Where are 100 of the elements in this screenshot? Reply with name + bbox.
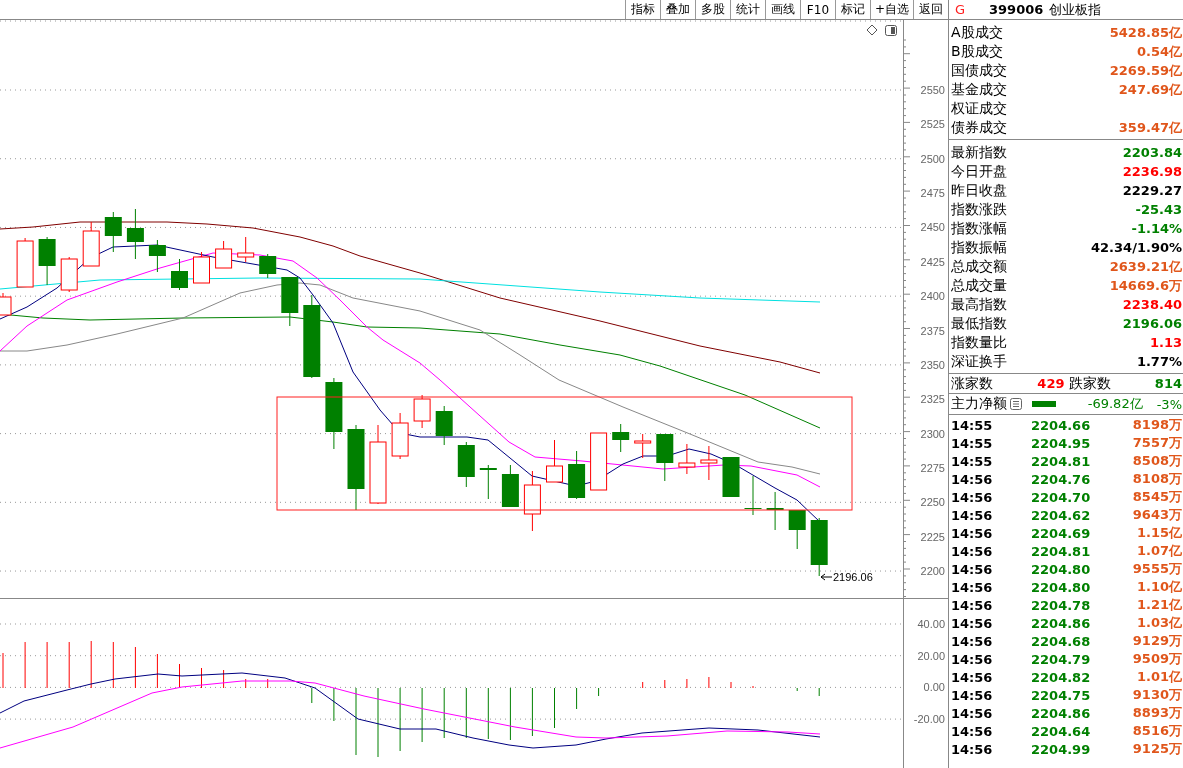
- index-code: 399006: [989, 2, 1044, 17]
- candlestick: [479, 464, 497, 500]
- tick-price: 2204.62: [1031, 507, 1092, 523]
- advancing-count: 429: [1037, 376, 1065, 391]
- stat-value: 1.13: [1149, 335, 1182, 350]
- tick-price: 2204.68: [1031, 633, 1092, 649]
- price-axis-label: 2375: [920, 324, 945, 337]
- stat-label: 最低指数: [951, 314, 1007, 333]
- candlestick: [612, 423, 630, 453]
- stat-label: 指数振幅: [951, 238, 1007, 257]
- candlestick: [16, 237, 34, 288]
- tick-amount: 1.03亿: [1136, 614, 1182, 632]
- tick-price: 2204.75: [1031, 687, 1092, 703]
- stat-value: 14669.6万: [1109, 276, 1182, 295]
- candlestick: [391, 412, 409, 460]
- stat-value: 2236.98: [1122, 164, 1182, 179]
- panel-toggle-icon[interactable]: [885, 25, 897, 36]
- tick-amount: 1.15亿: [1136, 524, 1182, 542]
- price-axis-label: 2350: [920, 358, 945, 371]
- tick-amount: 9509万: [1132, 650, 1182, 668]
- stat-value: 247.69亿: [1118, 80, 1182, 99]
- tick-time: 14:56: [951, 579, 994, 595]
- tick-price: 2204.78: [1031, 597, 1092, 613]
- candlestick: [523, 470, 541, 532]
- candlestick: [457, 441, 475, 488]
- candlestick: [634, 433, 652, 459]
- tick-price: 2204.76: [1031, 471, 1092, 487]
- tick-amount: 9643万: [1132, 506, 1182, 524]
- price-axis-label: 2475: [920, 187, 945, 200]
- stat-value: -25.43: [1135, 202, 1182, 217]
- stat-value: 1.77%: [1136, 354, 1182, 369]
- tick-time: 14:56: [951, 615, 994, 631]
- tick-price: 2204.99: [1031, 741, 1092, 757]
- stat-value: 2639.21亿: [1109, 257, 1182, 276]
- candlestick: [810, 517, 828, 577]
- stat-value: 2269.59亿: [1109, 61, 1182, 80]
- tick-amount: 8545万: [1132, 488, 1182, 506]
- stat-value: 5428.85亿: [1109, 23, 1182, 42]
- price-axis-label: 2300: [920, 427, 945, 440]
- stat-value: 2229.27: [1122, 183, 1182, 198]
- low-price-label: 2196.06: [833, 571, 873, 583]
- low-marker-arrow: [820, 573, 833, 581]
- indicator-axis-label: 20.00: [917, 649, 945, 662]
- candlestick: [744, 475, 762, 516]
- candlestick: [678, 443, 696, 475]
- tick-time: 14:56: [951, 669, 994, 685]
- candlestick: [259, 253, 277, 279]
- candlestick: [38, 236, 56, 286]
- diamond-icon[interactable]: [866, 24, 878, 36]
- stat-label: 国债成交: [951, 61, 1007, 80]
- index-name: 创业板指: [1049, 0, 1102, 19]
- stat-label: 跌家数: [1068, 374, 1111, 393]
- tick-amount: 1.01亿: [1136, 668, 1182, 686]
- tick-amount: 8893万: [1132, 704, 1182, 722]
- stat-label: 主力净额: [951, 395, 1007, 413]
- tick-amount: 1.07亿: [1136, 542, 1182, 560]
- tick-amount: 8508万: [1132, 452, 1182, 470]
- tick-price: 2204.80: [1031, 579, 1092, 595]
- candlestick: [546, 439, 563, 483]
- stat-label: 指数量比: [951, 333, 1007, 352]
- stat-value: -1.14%: [1131, 221, 1182, 236]
- tick-amount: 9555万: [1132, 560, 1182, 578]
- flow-bar: [1032, 401, 1056, 407]
- candlestick: [413, 394, 431, 429]
- tick-time: 14:56: [951, 723, 994, 739]
- candlestick: [722, 456, 740, 498]
- stat-label: B股成交: [951, 42, 1003, 61]
- candlestick: [788, 509, 806, 550]
- tick-time: 14:56: [951, 471, 994, 487]
- tick-time: 14:56: [951, 561, 994, 577]
- tick-price: 2204.70: [1031, 489, 1092, 505]
- price-axis-label: 2275: [920, 462, 945, 474]
- tick-time: 14:55: [951, 453, 994, 469]
- stat-label: 债券成交: [951, 118, 1007, 137]
- list-icon[interactable]: [1010, 398, 1022, 410]
- tick-price: 2204.66: [1031, 417, 1092, 433]
- stat-label: 涨家数: [951, 374, 993, 393]
- stat-label: 今日开盘: [951, 162, 1007, 181]
- stat-label: 总成交量: [951, 276, 1007, 295]
- tick-amount: 9125万: [1132, 740, 1182, 758]
- candlestick: [148, 239, 166, 273]
- tick-price: 2204.86: [1031, 615, 1092, 631]
- tick-amount: 7557万: [1132, 434, 1182, 452]
- price-axis-label: 2425: [920, 255, 945, 268]
- tick-price: 2204.80: [1031, 561, 1092, 577]
- price-axis-label: 2500: [920, 152, 945, 165]
- tick-amount: 8198万: [1132, 416, 1182, 434]
- tick-price: 2204.81: [1031, 543, 1092, 559]
- tick-time: 14:56: [951, 507, 994, 523]
- tick-price: 2204.79: [1031, 651, 1092, 667]
- stat-label: 权证成交: [951, 99, 1007, 118]
- stat-label: 深证换手: [951, 352, 1007, 371]
- net-flow-amount: -69.82亿: [1087, 395, 1143, 413]
- tick-time: 14:56: [951, 489, 994, 505]
- candlestick: [104, 211, 122, 253]
- candlestick: [281, 276, 299, 327]
- tick-time: 14:56: [951, 543, 994, 559]
- stat-label: 昨日收盘: [951, 181, 1007, 200]
- indicator-axis-label: 0.00: [923, 681, 945, 694]
- stat-value: 2196.06: [1122, 316, 1182, 331]
